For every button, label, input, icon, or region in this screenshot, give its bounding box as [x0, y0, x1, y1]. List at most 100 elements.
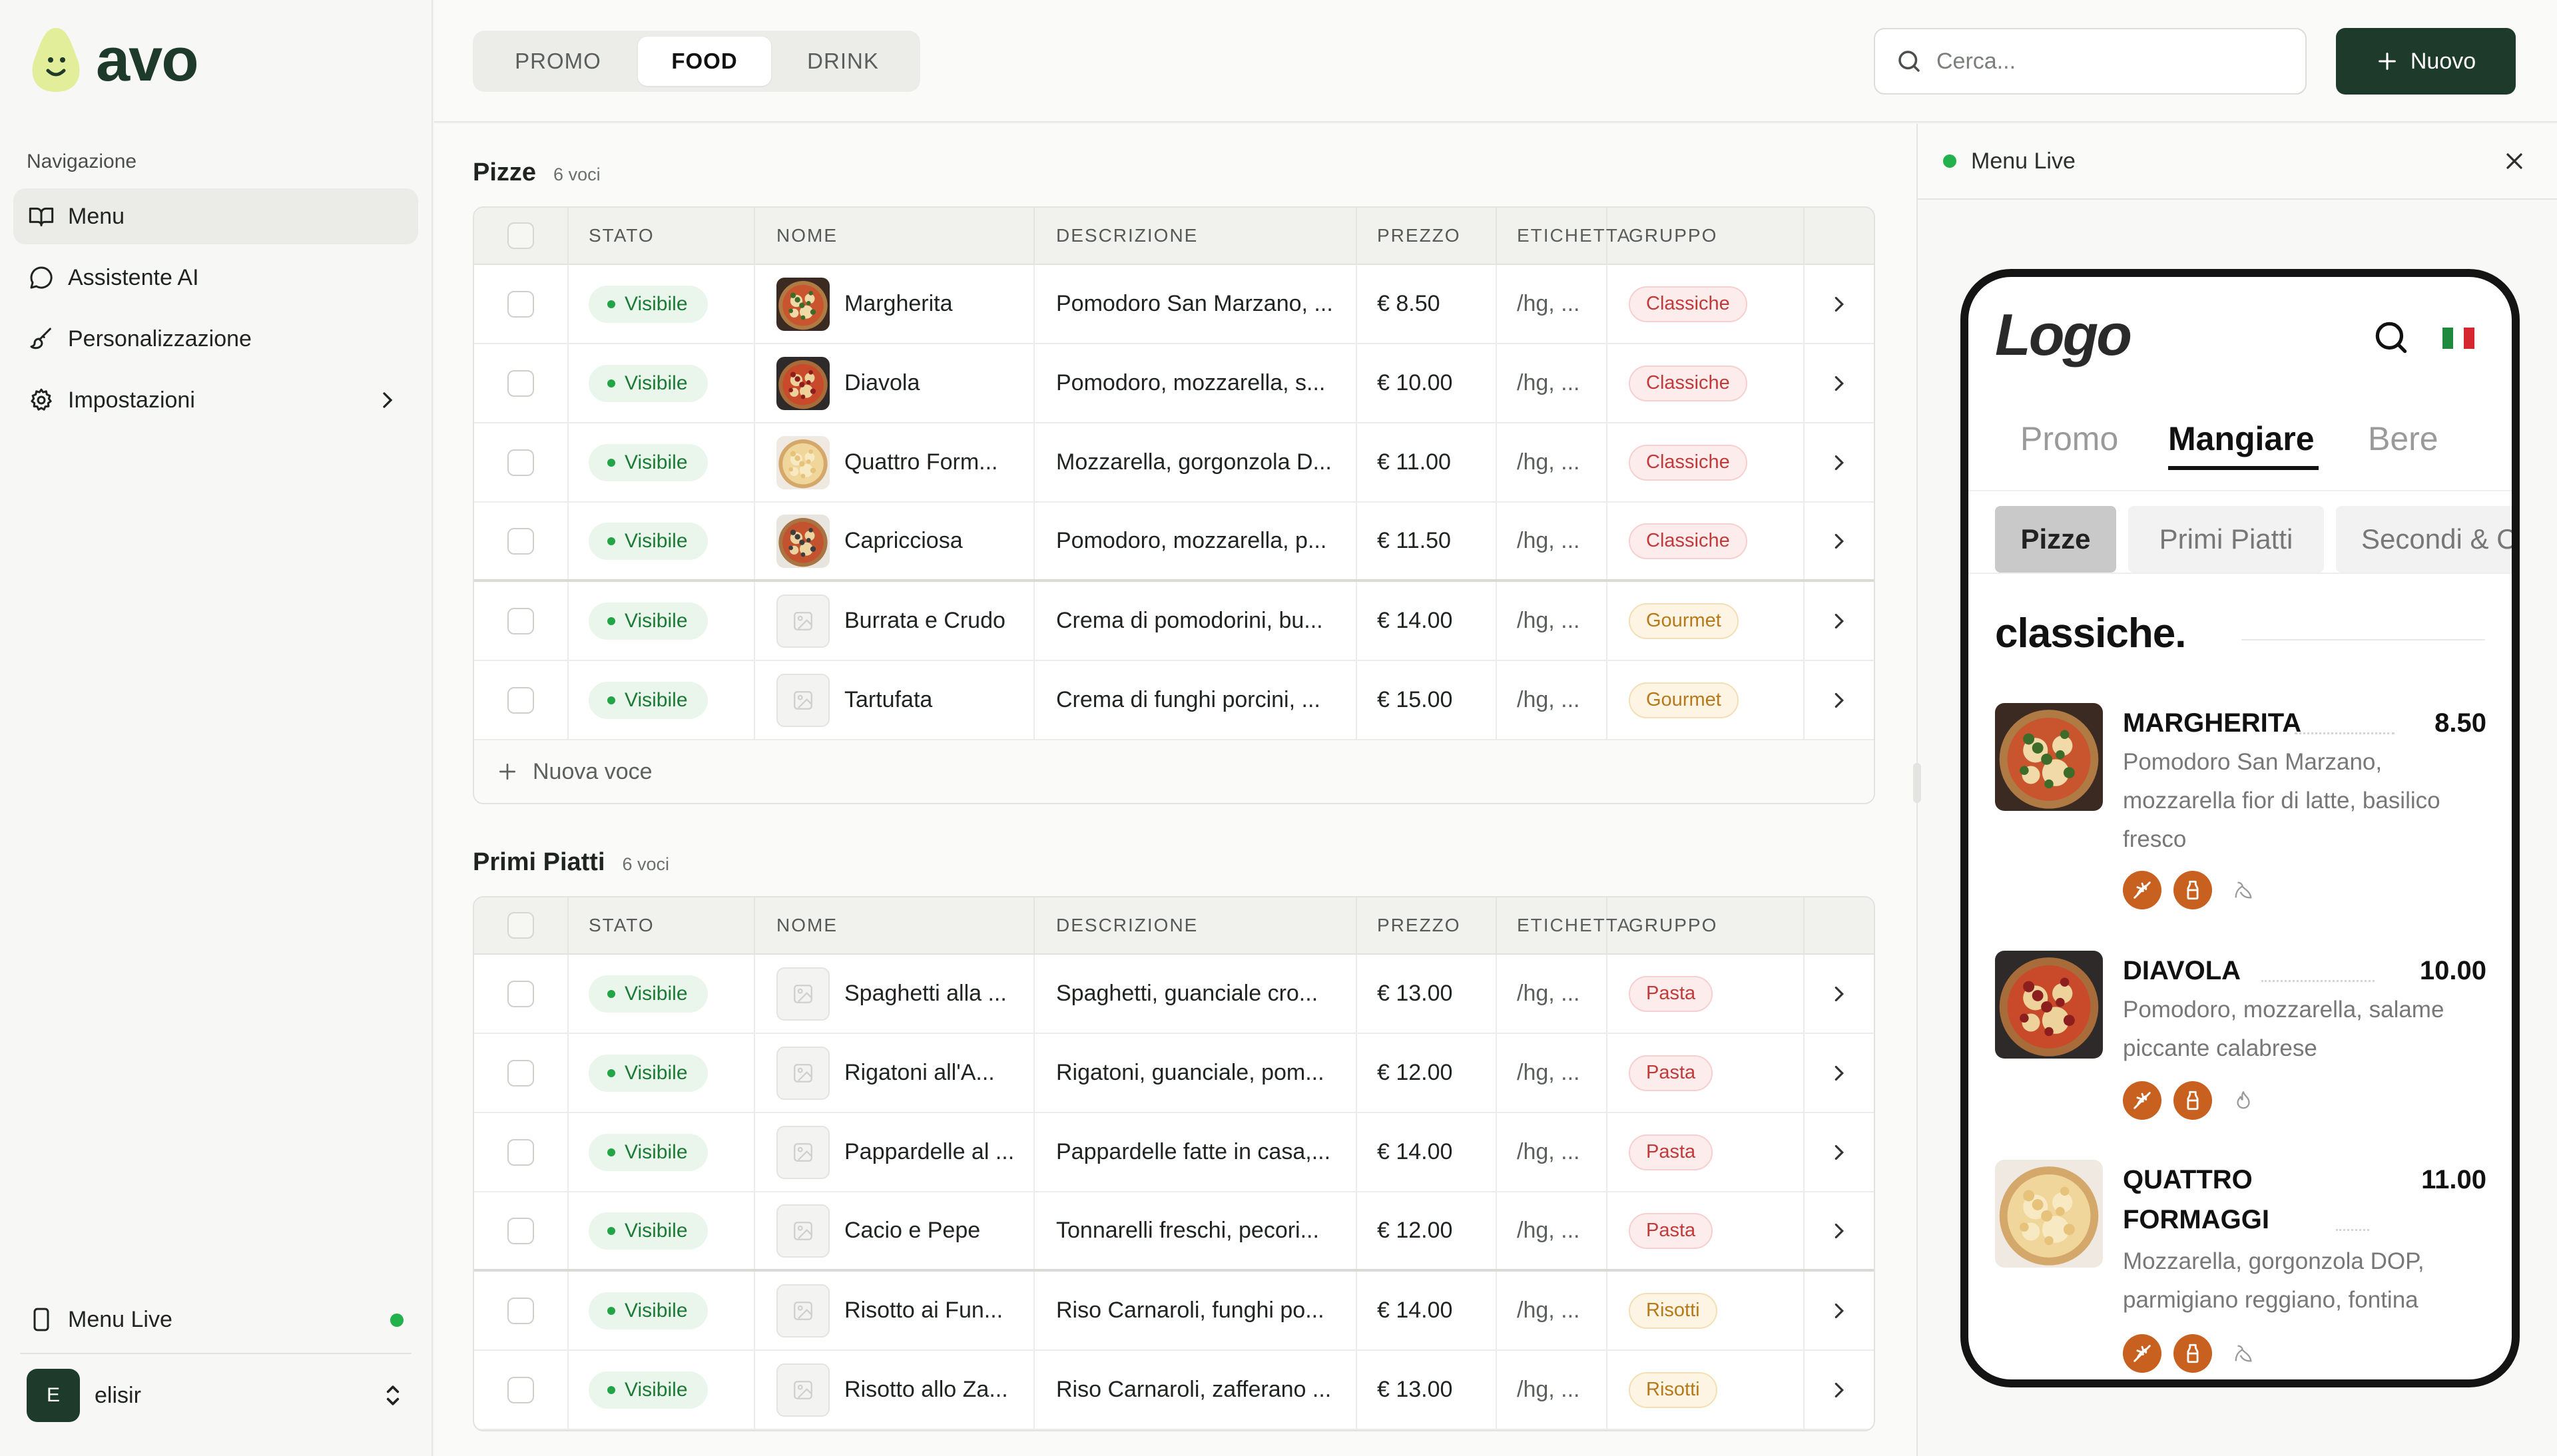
row-checkbox[interactable]	[507, 369, 534, 397]
preview-tab-mangiare[interactable]: Mangiare	[2168, 419, 2315, 458]
group-badge[interactable]: Classiche	[1629, 444, 1747, 481]
price-cell[interactable]: € 11.50	[1357, 503, 1497, 579]
status-badge[interactable]: Visibile	[589, 1212, 708, 1250]
table-row[interactable]: Visibile Capricciosa Pomodoro, mozzarell…	[474, 503, 1874, 582]
preview-menu-item[interactable]: QUATTRO FORMAGGI 11.00 Mozzarella, gorgo…	[1995, 1160, 2501, 1373]
table-row[interactable]: Visibile Risotto ai Fun... Riso Carnarol…	[474, 1272, 1874, 1351]
preview-menu-item[interactable]: DIAVOLA 10.00 Pomodoro, mozzarella, sala…	[1995, 951, 2501, 1124]
tab-drink[interactable]: DRINK	[771, 37, 915, 86]
label-cell[interactable]: /hg, ...	[1497, 503, 1607, 579]
group-badge[interactable]: Classiche	[1629, 365, 1747, 401]
status-badge[interactable]: Visibile	[589, 522, 708, 560]
name-cell[interactable]: Risotto allo Za...	[755, 1351, 1035, 1429]
price-cell[interactable]: € 14.00	[1357, 1113, 1497, 1191]
sidebar-item-personalizzazione[interactable]: Personalizzazione	[13, 311, 418, 367]
description-cell[interactable]: Spaghetti, guanciale cro...	[1035, 955, 1357, 1033]
status-badge[interactable]: Visibile	[589, 364, 708, 402]
row-open-cell[interactable]	[1805, 344, 1874, 422]
group-badge[interactable]: Risotti	[1629, 1292, 1717, 1329]
preview-category-secondi[interactable]: Secondi & C	[2336, 506, 2512, 573]
group-badge[interactable]: Gourmet	[1629, 682, 1739, 718]
row-checkbox[interactable]	[507, 1138, 534, 1166]
close-icon[interactable]	[2501, 148, 2528, 174]
description-cell[interactable]: Crema di funghi porcini, ...	[1035, 661, 1357, 739]
description-cell[interactable]: Riso Carnaroli, zafferano ...	[1035, 1351, 1357, 1429]
row-open-cell[interactable]	[1805, 265, 1874, 343]
table-row[interactable]: Visibile Risotto allo Za... Riso Carnaro…	[474, 1351, 1874, 1430]
label-cell[interactable]: /hg, ...	[1497, 1272, 1607, 1349]
name-cell[interactable]: Pappardelle al ...	[755, 1113, 1035, 1191]
status-badge[interactable]: Visibile	[589, 285, 708, 323]
row-checkbox[interactable]	[507, 1376, 534, 1403]
search-box[interactable]	[1874, 28, 2307, 95]
row-checkbox[interactable]	[507, 290, 534, 318]
row-open-cell[interactable]	[1805, 1113, 1874, 1191]
label-cell[interactable]: /hg, ...	[1497, 423, 1607, 501]
preview-menu-item[interactable]: MARGHERITA 8.50 Pomodoro San Marzano, mo…	[1995, 703, 2501, 909]
row-open-cell[interactable]	[1805, 955, 1874, 1033]
table-row[interactable]: Visibile Burrata e Crudo Crema di pomodo…	[474, 582, 1874, 661]
description-cell[interactable]: Pomodoro, mozzarella, p...	[1035, 503, 1357, 579]
label-cell[interactable]: /hg, ...	[1497, 582, 1607, 660]
row-checkbox[interactable]	[507, 449, 534, 476]
panel-resize-handle[interactable]	[1913, 763, 1921, 803]
status-badge[interactable]: Visibile	[589, 602, 708, 640]
group-badge[interactable]: Pasta	[1629, 1055, 1713, 1091]
row-open-cell[interactable]	[1805, 1192, 1874, 1269]
name-cell[interactable]: Diavola	[755, 344, 1035, 422]
row-checkbox[interactable]	[507, 686, 534, 714]
brand[interactable]: avo	[25, 25, 199, 95]
price-cell[interactable]: € 13.00	[1357, 955, 1497, 1033]
name-cell[interactable]: Rigatoni all'A...	[755, 1034, 1035, 1112]
description-cell[interactable]: Tonnarelli freschi, pecori...	[1035, 1192, 1357, 1269]
price-cell[interactable]: € 12.00	[1357, 1034, 1497, 1112]
name-cell[interactable]: Risotto ai Fun...	[755, 1272, 1035, 1349]
price-cell[interactable]: € 15.00	[1357, 661, 1497, 739]
sidebar-item-impostazioni[interactable]: Impostazioni	[13, 372, 418, 428]
group-badge[interactable]: Pasta	[1629, 975, 1713, 1012]
row-open-cell[interactable]	[1805, 582, 1874, 660]
italian-flag-icon[interactable]	[2442, 328, 2474, 349]
label-cell[interactable]: /hg, ...	[1497, 1192, 1607, 1269]
row-open-cell[interactable]	[1805, 1272, 1874, 1349]
description-cell[interactable]: Crema di pomodorini, bu...	[1035, 582, 1357, 660]
price-cell[interactable]: € 10.00	[1357, 344, 1497, 422]
new-item-button[interactable]: Nuovo	[2336, 28, 2516, 95]
table-row[interactable]: Visibile Diavola Pomodoro, mozzarella, s…	[474, 344, 1874, 423]
table-row[interactable]: Visibile Tartufata Crema di funghi porci…	[474, 661, 1874, 740]
account-switcher[interactable]: E elisir	[13, 1367, 418, 1423]
row-open-cell[interactable]	[1805, 1034, 1874, 1112]
name-cell[interactable]: Margherita	[755, 265, 1035, 343]
table-row[interactable]: Visibile Pappardelle al ... Pappardelle …	[474, 1113, 1874, 1192]
status-badge[interactable]: Visibile	[589, 975, 708, 1013]
label-cell[interactable]: /hg, ...	[1497, 1351, 1607, 1429]
table-row[interactable]: Visibile Rigatoni all'A... Rigatoni, gua…	[474, 1034, 1874, 1113]
description-cell[interactable]: Rigatoni, guanciale, pom...	[1035, 1034, 1357, 1112]
status-badge[interactable]: Visibile	[589, 681, 708, 719]
name-cell[interactable]: Burrata e Crudo	[755, 582, 1035, 660]
row-checkbox[interactable]	[507, 980, 534, 1007]
row-open-cell[interactable]	[1805, 423, 1874, 501]
description-cell[interactable]: Pomodoro, mozzarella, s...	[1035, 344, 1357, 422]
status-badge[interactable]: Visibile	[589, 1371, 708, 1409]
group-badge[interactable]: Pasta	[1629, 1134, 1713, 1170]
group-badge[interactable]: Pasta	[1629, 1212, 1713, 1249]
status-badge[interactable]: Visibile	[589, 1133, 708, 1171]
status-badge[interactable]: Visibile	[589, 1292, 708, 1330]
description-cell[interactable]: Pappardelle fatte in casa,...	[1035, 1113, 1357, 1191]
price-cell[interactable]: € 13.00	[1357, 1351, 1497, 1429]
preview-category-primi-piatti[interactable]: Primi Piatti	[2128, 506, 2324, 573]
search-icon[interactable]	[2371, 317, 2412, 358]
price-cell[interactable]: € 11.00	[1357, 423, 1497, 501]
sidebar-item-assistente-ai[interactable]: Assistente AI	[13, 250, 418, 306]
description-cell[interactable]: Riso Carnaroli, funghi po...	[1035, 1272, 1357, 1349]
row-open-cell[interactable]	[1805, 503, 1874, 579]
price-cell[interactable]: € 14.00	[1357, 1272, 1497, 1349]
table-row[interactable]: Visibile Quattro Form... Mozzarella, gor…	[474, 423, 1874, 503]
label-cell[interactable]: /hg, ...	[1497, 265, 1607, 343]
row-checkbox[interactable]	[507, 1297, 534, 1324]
price-cell[interactable]: € 12.00	[1357, 1192, 1497, 1269]
preview-tab-promo[interactable]: Promo	[2020, 419, 2118, 458]
row-checkbox[interactable]	[507, 1059, 534, 1087]
label-cell[interactable]: /hg, ...	[1497, 1113, 1607, 1191]
